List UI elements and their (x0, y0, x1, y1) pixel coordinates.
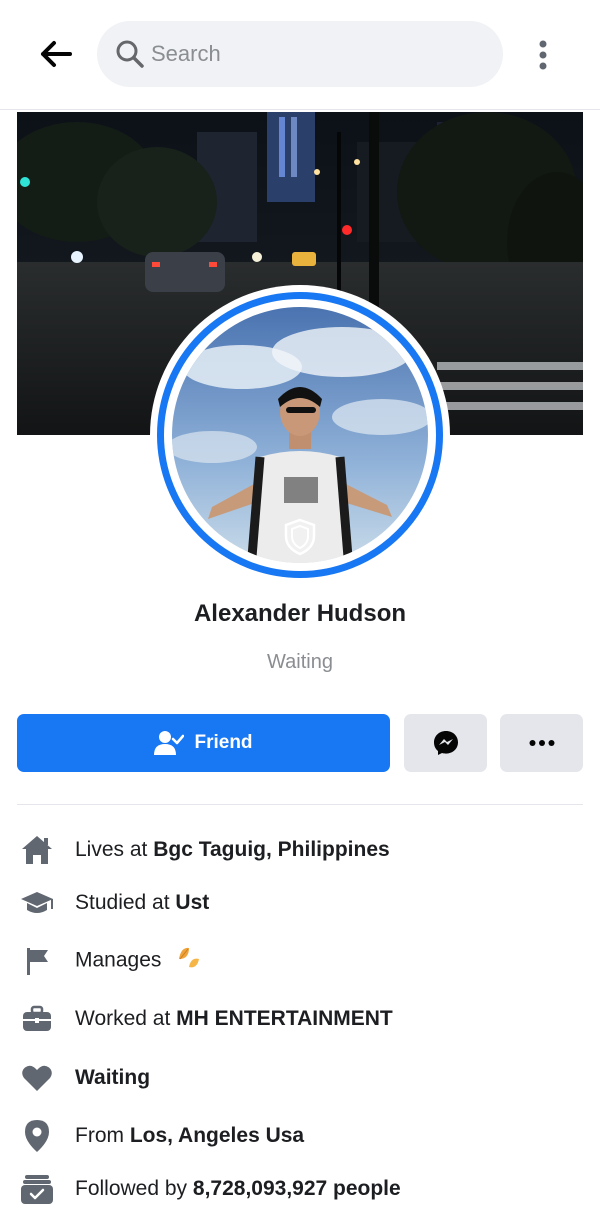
profile-guard-shield-icon (284, 518, 316, 556)
location-pin-icon (17, 1116, 57, 1156)
friend-button-label: Friend (194, 732, 253, 753)
followers-icon (17, 1169, 57, 1209)
back-button[interactable] (30, 30, 82, 78)
profile-status: Waiting (267, 651, 333, 673)
top-bar (0, 0, 600, 110)
more-actions-button[interactable] (500, 714, 583, 772)
detail-text: Waiting (75, 1066, 151, 1089)
divider (17, 804, 583, 805)
detail-relationship: Waiting (17, 1058, 583, 1098)
briefcase-icon (17, 999, 57, 1039)
messenger-icon (433, 731, 458, 755)
detail-text: Followed by 8,728,093,927 people (75, 1177, 401, 1200)
message-button[interactable] (404, 714, 487, 772)
detail-text: Manages (75, 945, 201, 977)
detail-text: Lives at Bgc Taguig, Philippines (75, 838, 390, 861)
more-options-button[interactable] (525, 32, 561, 78)
detail-followers: Followed by 8,728,093,927 people (17, 1169, 583, 1209)
vertical-dots-icon (539, 40, 547, 70)
heart-icon (17, 1058, 57, 1098)
search-input[interactable] (151, 41, 471, 67)
detail-text: Studied at Ust (75, 891, 210, 914)
home-icon (17, 830, 57, 870)
graduation-cap-icon (17, 883, 57, 923)
flag-icon (17, 941, 57, 981)
profile-name: Alexander Hudson (193, 600, 407, 627)
detail-from: From Los, Angeles Usa (17, 1116, 583, 1156)
search-icon (116, 40, 144, 68)
horizontal-dots-icon (529, 740, 554, 746)
detail-text: From Los, Angeles Usa (75, 1124, 305, 1147)
friend-check-icon (154, 730, 185, 756)
detail-lives-at: Lives at Bgc Taguig, Philippines (17, 830, 583, 870)
friend-button[interactable]: Friend (17, 714, 390, 772)
detail-text: Worked at MH ENTERTAINMENT (75, 1007, 393, 1030)
leaves-emoji-icon (175, 945, 201, 977)
detail-studied-at: Studied at Ust (17, 883, 583, 923)
detail-worked-at: Worked at MH ENTERTAINMENT (17, 999, 583, 1039)
arrow-left-icon (41, 41, 72, 67)
search-bar[interactable] (97, 21, 503, 87)
detail-manages: Manages (17, 941, 583, 981)
